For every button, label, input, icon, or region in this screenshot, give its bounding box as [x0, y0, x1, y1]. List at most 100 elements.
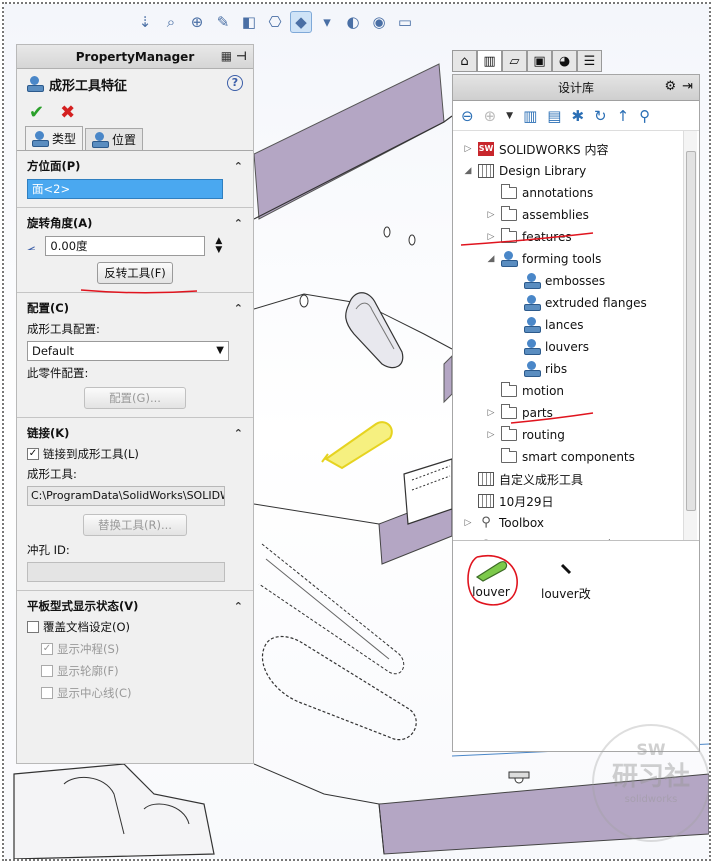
checkbox-unchecked[interactable] [41, 687, 53, 699]
toolbox-icon[interactable]: ⚲ [639, 107, 650, 125]
refresh-icon[interactable]: ↻ [594, 107, 607, 125]
replace-tool-button[interactable]: 替换工具(R)... [83, 514, 187, 536]
tree-item[interactable]: ▷ ⚲ Toolbox [463, 513, 544, 533]
expand-toggle-icon[interactable]: ◢ [463, 166, 473, 176]
tree-item[interactable]: ◢ forming tools [486, 249, 601, 269]
up-icon[interactable]: ↑ [617, 107, 630, 125]
expand-toggle-icon[interactable]: ▷ [486, 430, 496, 440]
tree-item[interactable]: ▷ SW SOLIDWORKS 内容 [463, 139, 608, 159]
placement-face-field[interactable]: 面<2> [27, 179, 223, 199]
appearance-icon[interactable]: ◐ [342, 11, 364, 33]
section-icon[interactable]: ◧ [238, 11, 260, 33]
tree-item[interactable]: ▷ features [486, 227, 572, 247]
tree-item[interactable]: annotations [486, 183, 593, 203]
back-icon[interactable]: ⊖ [461, 107, 474, 125]
link-to-tool-label: 链接到成形工具(L) [43, 447, 139, 461]
checkbox-unchecked[interactable] [27, 621, 39, 633]
collapse-icon[interactable]: ⌃ [234, 600, 243, 613]
punch-id-field[interactable] [27, 562, 225, 582]
tab-type[interactable]: 类型 [25, 126, 84, 150]
design-library-tab-icon[interactable]: ▥ [477, 50, 502, 72]
rotation-angle-input[interactable]: 0.00度 [45, 236, 206, 256]
show-centerline-checkbox[interactable]: 显示中心线(C) [27, 685, 243, 701]
expand-toggle-icon[interactable]: ▷ [486, 408, 496, 418]
view-palette-icon[interactable]: ▣ [527, 50, 552, 72]
forward-icon[interactable]: ⊕ [484, 107, 497, 125]
collapse-icon[interactable]: ⌃ [234, 217, 243, 230]
link-to-tool-checkbox[interactable]: ✓ 链接到成形工具(L) [27, 446, 243, 462]
config-button[interactable]: 配置(G)... [84, 387, 186, 409]
preview-item-louver-modified[interactable]: louver改 [541, 555, 591, 602]
tree-item[interactable]: embosses [509, 271, 605, 291]
scrollbar-thumb[interactable] [686, 151, 696, 511]
checkbox-checked[interactable]: ✓ [41, 643, 53, 655]
gear-icon[interactable]: ⚙ [664, 79, 676, 94]
tool-config-select[interactable]: Default ▼ [27, 341, 229, 361]
section-link: 链接(K) ⌃ ✓ 链接到成形工具(L) 成形工具: C:\ProgramDat… [17, 418, 253, 591]
zoom-icon[interactable]: ⌕ [160, 11, 182, 33]
display-style-icon[interactable]: ◆ [290, 11, 312, 33]
pm-header: PropertyManager ▦ ⊣ [17, 45, 253, 69]
tree-item[interactable]: louvers [509, 337, 589, 357]
expand-toggle-icon[interactable]: ▷ [463, 518, 473, 528]
tree-item[interactable]: ribs [509, 359, 567, 379]
scene-icon[interactable]: ◉ [368, 11, 390, 33]
tree-item[interactable]: ▷ routing [486, 425, 565, 445]
file-explorer-icon[interactable]: ▱ [502, 50, 527, 72]
section-header[interactable]: 旋转角度(A) ⌃ [27, 214, 243, 232]
monitor-icon[interactable]: ▭ [394, 11, 416, 33]
collapse-icon[interactable]: ⌃ [234, 427, 243, 440]
collapse-icon[interactable]: ⌃ [234, 302, 243, 315]
tree-item[interactable]: 自定义成形工具 [463, 469, 583, 489]
new-folder-icon[interactable]: ✱ [571, 107, 584, 125]
tab-position-label: 位置 [112, 133, 137, 147]
expand-toggle-icon[interactable]: ▷ [463, 144, 473, 154]
checkbox-unchecked[interactable] [41, 665, 53, 677]
expand-toggle-icon[interactable]: ▷ [486, 232, 496, 242]
show-punch-checkbox[interactable]: ✓ 显示冲程(S) [27, 641, 243, 657]
pm-pin-icon[interactable]: ⊣ [236, 49, 247, 63]
tree-item[interactable]: ▷ assemblies [486, 205, 589, 225]
view-icon[interactable]: ⎔ [264, 11, 286, 33]
expand-toggle-icon[interactable]: ◢ [486, 254, 496, 264]
cancel-button[interactable]: ✖ [60, 102, 75, 123]
tree-item[interactable]: extruded flanges [509, 293, 647, 313]
section-header[interactable]: 配置(C) ⌃ [27, 299, 243, 317]
collapse-icon[interactable]: ⌃ [234, 160, 243, 173]
pm-menu-icon[interactable]: ▦ [221, 49, 232, 63]
appearances-icon[interactable]: ◕ [552, 50, 577, 72]
home-icon[interactable]: ⌂ [452, 50, 477, 72]
spin-arrows-icon[interactable]: ▲ ▼ [215, 237, 222, 255]
arrow-icon[interactable]: ⇣ [134, 11, 156, 33]
section-header[interactable]: 方位面(P) ⌃ [27, 157, 243, 175]
tab-position[interactable]: 位置 [85, 128, 144, 150]
show-profile-checkbox[interactable]: 显示轮廓(F) [27, 663, 243, 679]
tree-scrollbar[interactable] [683, 131, 697, 540]
tool-path-field[interactable]: C:\ProgramData\SolidWorks\SOLIDW [27, 486, 225, 506]
tool-path-label: 成形工具: [27, 467, 77, 481]
collapse-pane-icon[interactable]: ⇥ [682, 79, 693, 94]
tree-item[interactable]: ▷ parts [486, 403, 553, 423]
dropdown-icon[interactable]: ▼ [506, 111, 513, 121]
checkbox-checked[interactable]: ✓ [27, 448, 39, 460]
pencil-icon[interactable]: ✎ [212, 11, 234, 33]
add-location-icon[interactable]: ▥ [523, 107, 537, 125]
hide-show-icon[interactable]: ▾ [316, 11, 338, 33]
forming-tool-icon [92, 131, 110, 148]
folder-icon [501, 228, 517, 243]
ok-button[interactable]: ✔ [29, 102, 44, 123]
expand-toggle-icon[interactable]: ▷ [486, 210, 496, 220]
section-header[interactable]: 平板型式显示状态(V) ⌃ [27, 597, 243, 615]
reverse-tool-button[interactable]: 反转工具(F) [97, 262, 173, 284]
tree-item[interactable]: motion [486, 381, 564, 401]
tree-item[interactable]: ◢ Design Library [463, 161, 586, 181]
help-icon[interactable]: ? [227, 75, 243, 91]
section-header[interactable]: 链接(K) ⌃ [27, 424, 243, 442]
create-folder-icon[interactable]: ▤ [547, 107, 561, 125]
zoom-area-icon[interactable]: ⊕ [186, 11, 208, 33]
tree-item[interactable]: 10月29日 [463, 491, 554, 511]
custom-properties-icon[interactable]: ☰ [577, 50, 602, 72]
tree-item[interactable]: lances [509, 315, 584, 335]
tree-item[interactable]: smart components [486, 447, 635, 467]
override-doc-checkbox[interactable]: 覆盖文档设定(O) [27, 619, 243, 635]
